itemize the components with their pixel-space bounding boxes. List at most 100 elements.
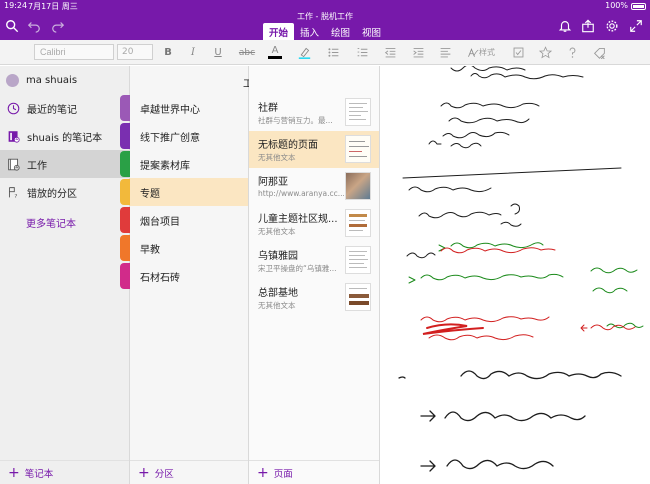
page-thumbnail [345,283,371,311]
page-title: 总部基地 [258,288,298,299]
styles-button[interactable]: 样式 [465,45,497,60]
page-subtitle: 无其他文本 [258,227,296,236]
question-tag-icon[interactable] [564,45,580,60]
section-color-tab [120,123,130,149]
avatar[interactable] [6,74,19,87]
font-name-field[interactable]: Calibri [34,44,114,60]
more-notebooks-link[interactable]: 更多笔记本 [26,215,76,230]
share-icon[interactable] [580,18,596,34]
highlighter-icon[interactable] [296,45,312,60]
page-item[interactable]: 阿那亚 http://www.aranya.cc... [249,168,379,205]
page-subtitle: 无其他文本 [258,153,296,162]
font-color-swatch [268,56,282,59]
numbered-list-icon[interactable] [354,45,370,60]
title-bar: 19:24 7月17日 周三 100% 工作 - 脱机工作 开始 插入 绘图 视… [0,0,650,43]
page-item[interactable]: 社群 社群与营销互力。最... [249,94,379,131]
strikethrough-button[interactable]: abc [236,45,258,60]
indent-icon[interactable] [410,45,426,60]
page-title: 阿那亚 [258,177,288,188]
svg-text:?: ? [14,194,17,199]
notebooks-pane: 最近的笔记 shuais 的笔记本 工作 ? 错放的分区 更多笔记本 + 笔记本 [0,66,130,484]
section-color-tab [120,235,130,261]
section-item[interactable]: 烟台项目 [120,206,248,234]
add-page-label: 页面 [273,468,293,480]
notebook-item-work[interactable]: 工作 [0,150,129,178]
page-subtitle: 社群与营销互力。最... [258,116,333,125]
plus-icon: + [138,464,150,481]
notebook-label: 错放的分区 [27,188,77,200]
page-item[interactable]: 乌镇雅园 宋卫平操盘的“乌镇雅... [249,242,379,279]
section-item[interactable]: 线下推广创意 [120,122,248,150]
section-item[interactable]: 专题 [120,178,248,206]
bold-button[interactable]: B [160,45,176,60]
font-size-field[interactable]: 20 [117,44,153,60]
notebook-item-shuais[interactable]: shuais 的笔记本 [0,122,129,150]
section-label: 专题 [140,188,160,200]
section-label: 早教 [140,244,160,256]
page-item[interactable]: 总部基地 无其他文本 [249,279,379,316]
section-color-tab [120,263,130,289]
add-notebook-button[interactable]: + 笔记本 [0,460,129,484]
user-name: ma shuais [26,75,78,86]
pages-pane: 社群 社群与营销互力。最... 无标题的页面 无其他文本 阿那亚 http://… [249,66,380,484]
section-label: 提案素材库 [140,160,190,172]
misplaced-section-icon: ? [6,185,20,199]
outdent-icon[interactable] [382,45,398,60]
notebook-item-misplaced[interactable]: ? 错放的分区 [0,178,129,206]
page-title: 儿童主题社区规... [258,214,338,225]
plus-icon: + [257,464,269,481]
page-thumbnail [345,135,371,163]
sections-pane: 卓越世界中心 线下推广创意 提案素材库 专题 烟台项目 早教 石材石砖 + 分区 [120,66,249,484]
undo-icon[interactable] [26,18,42,34]
section-item[interactable]: 石材石砖 [120,262,248,290]
clock-icon [6,101,20,115]
expand-icon[interactable] [628,18,644,34]
page-subtitle: http://www.aranya.cc... [258,189,344,198]
bell-icon[interactable] [557,18,573,34]
section-label: 烟台项目 [140,216,180,228]
note-canvas[interactable] [381,66,650,484]
gear-icon[interactable] [604,18,620,34]
add-page-button[interactable]: + 页面 [249,460,379,484]
battery-icon [631,3,646,10]
page-title: 社群 [258,103,278,114]
handwriting-ink [398,66,644,472]
plus-icon: + [8,464,20,481]
underline-button[interactable]: U [210,45,226,60]
section-color-tab [120,95,130,121]
page-item-selected[interactable]: 无标题的页面 无其他文本 [249,131,379,168]
page-title: 无标题的页面 [258,140,318,151]
status-time: 19:24 [4,1,28,10]
page-title: 乌镇雅园 [258,251,298,262]
page-thumbnail [345,172,371,200]
page-thumbnail [345,209,371,237]
page-thumbnail [345,98,371,126]
page-thumbnail [345,246,371,274]
window-title: 工作 - 脱机工作 [297,12,353,21]
star-tag-icon[interactable] [537,45,553,60]
format-toolbar: Calibri 20 B I U abc A 样式 [0,40,650,65]
italic-button[interactable]: I [185,45,201,60]
search-icon[interactable] [4,18,20,34]
notebook-label: shuais 的笔记本 [27,132,103,144]
page-subtitle: 宋卫平操盘的“乌镇雅... [258,264,337,273]
notebook-item-recent[interactable]: 最近的笔记 [0,94,129,122]
section-color-tab [120,207,130,233]
redo-icon[interactable] [50,18,66,34]
checkbox-tag-icon[interactable] [510,45,526,60]
font-color-label: A [271,45,279,56]
page-item[interactable]: 儿童主题社区规... 无其他文本 [249,205,379,242]
section-item[interactable]: 早教 [120,234,248,262]
bullet-list-icon[interactable] [325,45,341,60]
styles-label: 样式 [479,48,495,57]
add-section-label: 分区 [154,468,174,480]
section-item[interactable]: 卓越世界中心 [120,94,248,122]
section-label: 石材石砖 [140,272,180,284]
align-icon[interactable] [437,45,453,60]
clear-tag-icon[interactable] [591,45,607,60]
section-color-tab [120,151,130,177]
section-label: 线下推广创意 [140,132,200,144]
section-item[interactable]: 提案素材库 [120,150,248,178]
add-section-button[interactable]: + 分区 [130,460,248,484]
font-color-button[interactable]: A [267,45,283,60]
